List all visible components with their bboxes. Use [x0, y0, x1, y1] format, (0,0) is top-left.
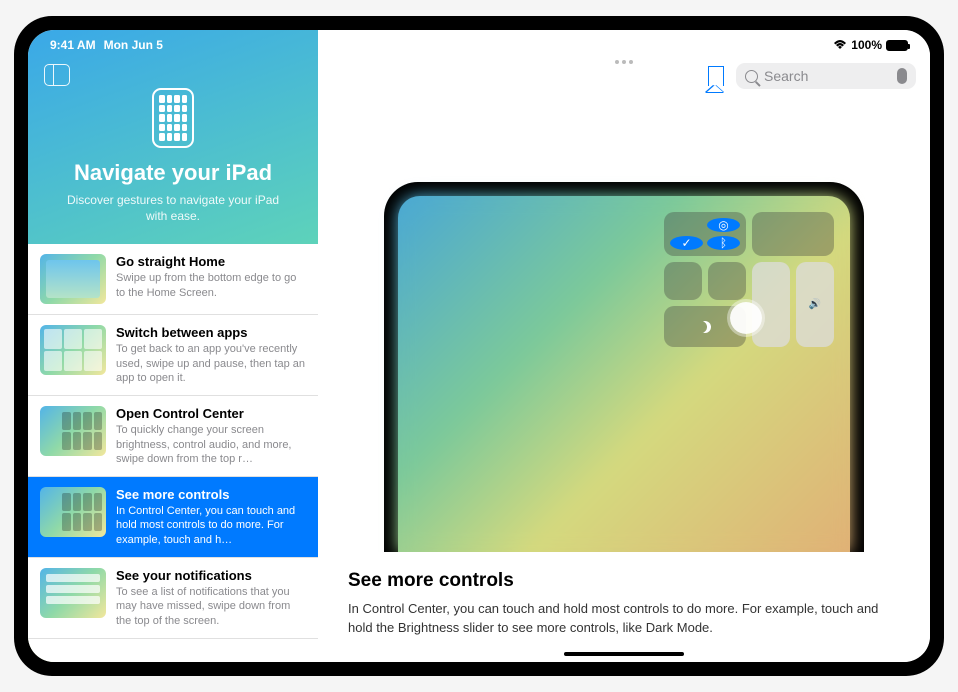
hero-ipad-screen: ◎ ✓ ᛒ 🔊 — [398, 196, 850, 552]
hero-ipad-frame: ◎ ✓ ᛒ 🔊 — [384, 182, 864, 552]
item-desc: To see a list of notifications that you … — [116, 585, 306, 628]
item-title: Open Control Center — [116, 406, 306, 421]
hero-illustration: ◎ ✓ ᛒ 🔊 — [318, 100, 930, 552]
list-item: Open Control Center To quickly change yo… — [116, 406, 306, 466]
home-indicator[interactable] — [564, 652, 684, 656]
connectivity-tile: ◎ ✓ ᛒ — [664, 212, 746, 256]
search-placeholder: Search — [764, 68, 891, 84]
multitask-dots-icon[interactable] — [615, 60, 633, 64]
thumbnail-icon — [40, 568, 106, 618]
list-item: See your notifications To see a list of … — [116, 568, 306, 628]
sidebar-list[interactable]: Go straight Home Swipe up from the botto… — [28, 244, 318, 662]
status-right: 100% — [833, 38, 908, 52]
cc-tile — [708, 262, 746, 300]
item-title: Switch between apps — [116, 325, 306, 340]
sidebar-item-switch-apps[interactable]: Switch between apps To get back to an ap… — [28, 315, 318, 396]
article-title: See more controls — [348, 570, 900, 592]
list-item: Switch between apps To get back to an ap… — [116, 325, 306, 385]
volume-slider: 🔊 — [796, 262, 834, 347]
battery-icon — [886, 40, 908, 51]
brightness-slider — [752, 262, 790, 347]
moon-icon — [699, 321, 711, 333]
item-desc: To quickly change your screen brightness… — [116, 423, 306, 466]
thumbnail-icon — [40, 325, 106, 375]
list-item: Go straight Home Swipe up from the botto… — [116, 254, 306, 304]
item-desc: To get back to an app you've recently us… — [116, 342, 306, 385]
microphone-icon[interactable] — [897, 68, 907, 84]
bookmark-icon[interactable] — [708, 66, 724, 86]
content-area: Navigate your iPad Discover gestures to … — [28, 30, 930, 662]
sidebar-toggle-button[interactable] — [44, 64, 70, 86]
main-content: Search ◎ ✓ ᛒ — [318, 30, 930, 662]
list-item: See more controls In Control Center, you… — [116, 487, 306, 547]
thumbnail-icon — [40, 487, 106, 537]
sidebar-subtitle: Discover gestures to navigate your iPad … — [46, 192, 300, 224]
sidebar-item-notifications[interactable]: See your notifications To see a list of … — [28, 558, 318, 639]
status-date: Mon Jun 5 — [104, 38, 163, 52]
sidebar-item-control-center[interactable]: Open Control Center To quickly change yo… — [28, 396, 318, 477]
search-field[interactable]: Search — [736, 63, 916, 89]
sidebar-title: Navigate your iPad — [46, 160, 300, 186]
item-desc: In Control Center, you can touch and hol… — [116, 504, 306, 547]
thumbnail-icon — [40, 406, 106, 456]
status-bar: 9:41 AM Mon Jun 5 100% — [28, 34, 930, 56]
ipad-device-frame: 9:41 AM Mon Jun 5 100% — [14, 16, 944, 676]
status-time: 9:41 AM — [50, 38, 96, 52]
airdrop-icon: ◎ — [707, 218, 740, 232]
wifi-toggle-icon: ✓ — [670, 236, 703, 250]
status-left: 9:41 AM Mon Jun 5 — [50, 38, 163, 52]
media-tile — [752, 212, 834, 256]
item-desc: Swipe up from the bottom edge to go to t… — [116, 271, 306, 300]
bluetooth-icon: ᛒ — [707, 236, 740, 250]
item-title: Go straight Home — [116, 254, 306, 269]
ipad-screen: 9:41 AM Mon Jun 5 100% — [28, 30, 930, 662]
sidebar-header: Navigate your iPad Discover gestures to … — [28, 30, 318, 244]
article-section: See more controls In Control Center, you… — [318, 552, 930, 662]
wifi-icon — [833, 40, 847, 50]
sidebar: Navigate your iPad Discover gestures to … — [28, 30, 318, 662]
search-icon — [745, 70, 758, 83]
ipad-grid-icon — [152, 88, 194, 148]
sidebar-item-see-more-controls[interactable]: See more controls In Control Center, you… — [28, 477, 318, 558]
sidebar-item-go-home[interactable]: Go straight Home Swipe up from the botto… — [28, 244, 318, 315]
item-title: See more controls — [116, 487, 306, 502]
battery-percent: 100% — [851, 38, 882, 52]
item-title: See your notifications — [116, 568, 306, 583]
cc-tile — [664, 262, 702, 300]
thumbnail-icon — [40, 254, 106, 304]
article-body: In Control Center, you can touch and hol… — [348, 600, 900, 638]
